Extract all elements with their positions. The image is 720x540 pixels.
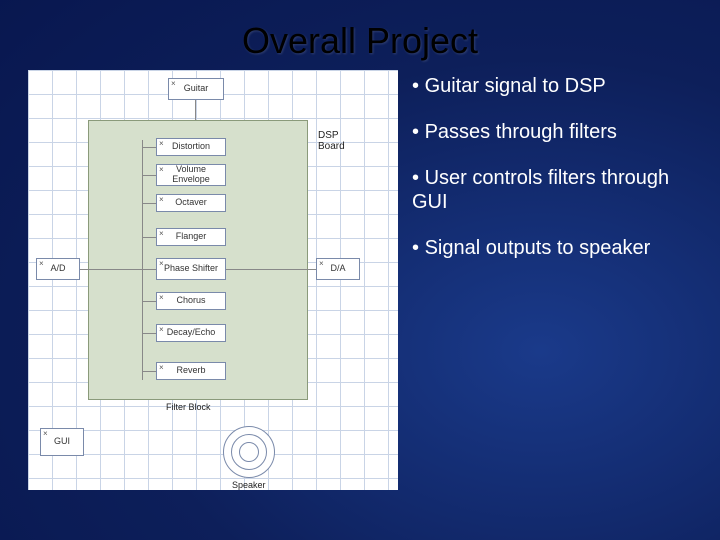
connector-line: [142, 301, 156, 302]
da-block: × D/A: [316, 258, 360, 280]
close-icon: ×: [159, 230, 164, 239]
connector-line: [80, 269, 156, 270]
close-icon: ×: [159, 166, 164, 175]
bullet-item: • Signal outputs to speaker: [412, 236, 692, 260]
system-diagram: × Guitar DSP Board ×Distortion ×Volume E…: [28, 70, 398, 490]
filter-chorus: ×Chorus: [156, 292, 226, 310]
filter-decay-echo: ×Decay/Echo: [156, 324, 226, 342]
close-icon: ×: [159, 326, 164, 335]
connector-line: [142, 237, 156, 238]
slide-title: Overall Project: [0, 0, 720, 62]
bullet-item: • Guitar signal to DSP: [412, 74, 692, 98]
bullet-list: • Guitar signal to DSP • Passes through …: [412, 70, 692, 490]
speaker-ring-inner: [239, 442, 259, 462]
speaker-label: Speaker: [232, 480, 266, 490]
filter-distortion: ×Distortion: [156, 138, 226, 156]
close-icon: ×: [319, 260, 324, 269]
close-icon: ×: [159, 196, 164, 205]
filter-octaver: ×Octaver: [156, 194, 226, 212]
connector-line: [142, 371, 156, 372]
close-icon: ×: [159, 294, 164, 303]
slide-content: × Guitar DSP Board ×Distortion ×Volume E…: [0, 62, 720, 490]
filter-reverb: ×Reverb: [156, 362, 226, 380]
connector-line: [142, 203, 156, 204]
filter-volume-envelope: ×Volume Envelope: [156, 164, 226, 186]
filter-block-label: Filter Block: [166, 402, 211, 412]
filter-phase-shifter: ×Phase Shifter: [156, 258, 226, 280]
connector-line: [142, 147, 156, 148]
gui-block: × GUI: [40, 428, 84, 456]
dsp-board-label: DSP Board: [318, 130, 345, 152]
bullet-item: • User controls filters through GUI: [412, 166, 692, 214]
connector-line: [195, 100, 196, 120]
guitar-block: × Guitar: [168, 78, 224, 100]
connector-line: [142, 140, 143, 380]
guitar-label: Guitar: [184, 84, 209, 94]
close-icon: ×: [159, 260, 164, 269]
connector-line: [226, 269, 316, 270]
close-icon: ×: [43, 430, 48, 439]
filter-flanger: ×Flanger: [156, 228, 226, 246]
close-icon: ×: [159, 140, 164, 149]
close-icon: ×: [39, 260, 44, 269]
connector-line: [142, 175, 156, 176]
ad-block: × A/D: [36, 258, 80, 280]
close-icon: ×: [159, 364, 164, 373]
bullet-item: • Passes through filters: [412, 120, 692, 144]
connector-line: [142, 333, 156, 334]
close-icon: ×: [171, 80, 176, 89]
